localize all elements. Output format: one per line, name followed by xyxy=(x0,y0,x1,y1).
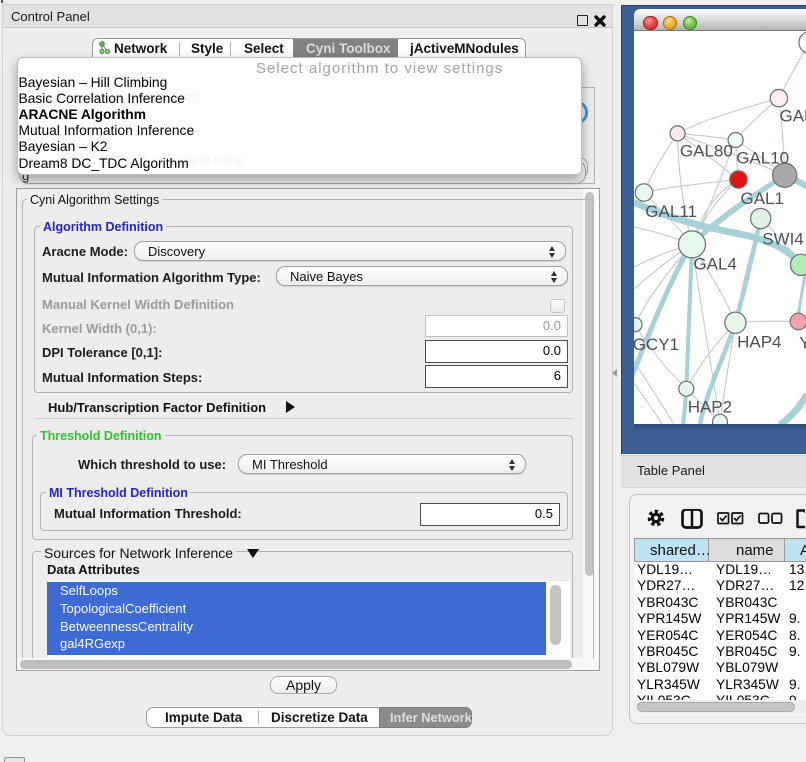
svg-text:Y: Y xyxy=(799,334,806,353)
svg-text:GAL80: GAL80 xyxy=(680,142,733,161)
svg-text:HAP4: HAP4 xyxy=(737,333,781,352)
svg-text:GCY1: GCY1 xyxy=(634,335,679,354)
svg-text:SWI4: SWI4 xyxy=(762,230,804,249)
svg-text:GAL11: GAL11 xyxy=(645,202,697,221)
svg-text:GAL1: GAL1 xyxy=(741,189,784,208)
svg-text:HAP2: HAP2 xyxy=(688,397,732,416)
svg-text:GAL10: GAL10 xyxy=(736,149,789,168)
svg-text:GAL4: GAL4 xyxy=(693,255,736,274)
svg-text:GAL7: GAL7 xyxy=(780,107,806,126)
